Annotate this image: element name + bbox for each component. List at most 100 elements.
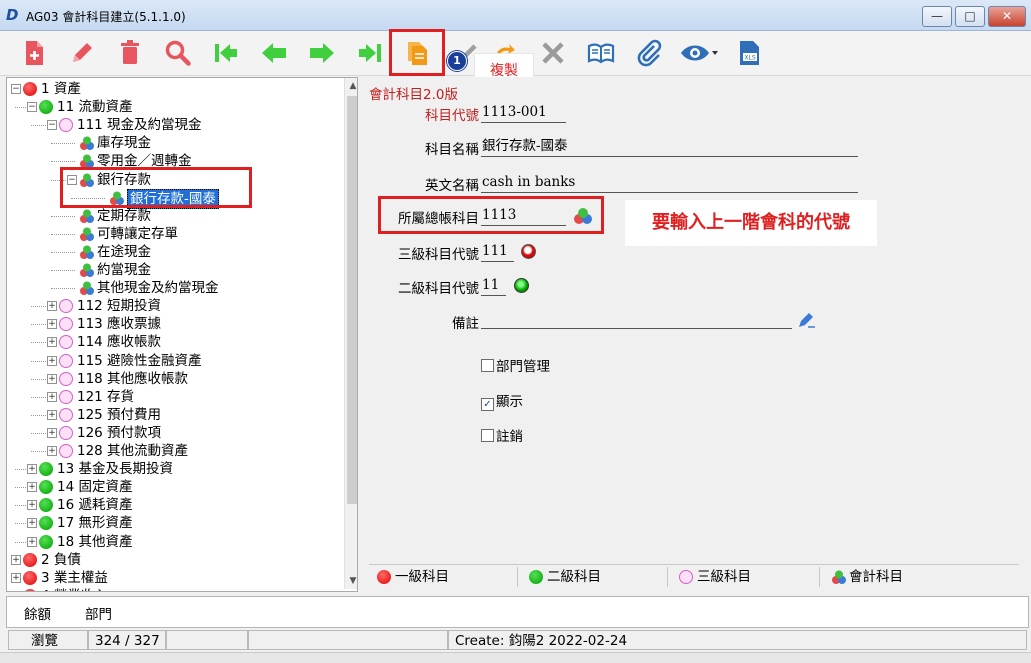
export-excel-button[interactable]: XLS [730,34,768,72]
close-button[interactable]: ✕ [988,6,1026,27]
void-checkbox[interactable]: 註銷 [481,425,523,445]
expand-icon[interactable]: + [27,482,37,493]
tree-node-label[interactable]: 115 避險性金融資產 [77,352,202,370]
delete-button[interactable] [111,34,149,72]
expand-icon[interactable]: + [27,536,37,547]
red-dot-icon [23,588,37,591]
minimize-button[interactable]: — [922,6,952,27]
edit-remark-icon[interactable] [797,311,817,329]
tree-node-label[interactable]: 113 應收票據 [77,315,161,333]
expand-icon[interactable]: + [47,355,57,366]
void-checkbox-label: 註銷 [496,429,523,445]
edit-button[interactable] [63,34,101,72]
legend-level1-label: 一級科目 [395,569,449,585]
expand-icon[interactable]: + [11,572,21,583]
green-dot-icon [39,516,53,531]
tree-node-label[interactable]: 定期存款 [97,207,151,225]
tree-node-label[interactable]: 其他現金及約當現金 [97,279,219,297]
expand-icon[interactable]: + [27,464,37,475]
remark-field[interactable] [481,309,792,329]
tree-node-label[interactable]: 1 資產 [41,80,81,98]
excel-icon: XLS [740,41,759,65]
show-checkbox-box[interactable]: ✓ [481,398,494,411]
expand-icon[interactable]: + [11,554,21,565]
book-button[interactable] [582,34,620,72]
level3-code-field[interactable]: 111 [481,242,514,262]
view-dropdown-button[interactable] [675,34,723,72]
show-checkbox[interactable]: ✓ 顯示 [481,390,523,411]
search-button[interactable] [159,34,197,72]
paperclip-icon [637,39,662,67]
dept-checkbox-box[interactable] [481,359,494,372]
lookup-account-icon[interactable] [572,207,594,225]
tree-node-label[interactable]: 庫存現金 [97,134,151,152]
account-name-field[interactable]: 銀行存款-國泰 [481,137,858,157]
expand-icon[interactable]: + [47,446,57,456]
level1-dot-icon [521,244,536,259]
tree-scrollbar[interactable]: ▲ ▼ [344,78,357,589]
red-dot-icon [23,570,37,585]
tree-node-label[interactable]: 126 預付款項 [77,424,161,442]
parent-account-field[interactable]: 1113 [481,206,566,226]
prev-record-button[interactable] [255,34,293,72]
tree-node-label[interactable]: 11 流動資產 [57,98,132,116]
tree-node-label[interactable]: 17 無形資產 [57,514,132,532]
last-record-button[interactable] [351,34,389,72]
tree-node-label[interactable]: 14 固定資產 [57,478,132,496]
scroll-down-arrow-icon[interactable]: ▼ [345,573,357,589]
expand-icon[interactable]: + [27,500,37,511]
expand-icon[interactable]: + [47,427,57,438]
tab-balance[interactable]: 餘額 [24,603,51,623]
dept-checkbox[interactable]: 部門管理 [481,355,550,375]
green-dot-icon [39,480,53,495]
first-record-button[interactable] [207,34,245,72]
account-cluster-icon [80,245,94,259]
tree-node-label[interactable]: 2 負債 [41,551,81,569]
account-code-field[interactable]: 1113-001 [481,103,566,123]
tree-connector [15,487,26,489]
tab-department[interactable]: 部門 [85,603,112,623]
collapse-icon[interactable]: − [47,120,57,131]
copy-button[interactable] [389,29,445,76]
expand-icon[interactable]: + [27,518,37,529]
step-badge: 1 [447,51,467,71]
scrollbar-thumb[interactable] [347,96,357,504]
level2-code-field[interactable]: 11 [481,276,506,296]
expand-icon[interactable]: + [47,409,57,420]
expand-icon[interactable]: + [11,590,21,591]
add-button[interactable] [15,34,53,72]
tree-node-label[interactable]: 121 存貨 [77,388,134,406]
eye-icon [681,45,718,61]
tree-node-label[interactable]: 可轉讓定存單 [97,225,178,243]
tree-node-label[interactable]: 16 遞耗資產 [57,496,132,514]
tree-node-label[interactable]: 118 其他應收帳款 [77,370,188,388]
scroll-up-arrow-icon[interactable]: ▲ [345,78,357,94]
expand-icon[interactable]: + [47,301,57,312]
attachment-button[interactable] [630,34,668,72]
expand-icon[interactable]: + [47,373,57,384]
level-legend: 一級科目 二級科目 三級科目 會計科目 [369,564,1019,587]
tree-node-label[interactable]: 約當現金 [97,261,151,279]
tree-node-label[interactable]: 128 其他流動資產 [77,442,188,460]
tree-node-label[interactable]: 4 營業收入 [41,587,108,591]
expand-icon[interactable]: + [47,319,57,330]
expand-icon[interactable]: + [47,337,57,348]
tree-node-label[interactable]: 13 基金及長期投資 [57,460,173,478]
void-checkbox-box[interactable] [481,429,494,442]
tree-node-label[interactable]: 114 應收帳款 [77,333,161,351]
next-record-button[interactable] [303,34,341,72]
collapse-icon[interactable]: − [27,102,37,113]
tree-node-label[interactable]: 3 業主權益 [41,569,108,587]
tree-node-label[interactable]: 125 預付費用 [77,406,161,424]
maximize-button[interactable]: □ [955,6,985,27]
tree-node-label[interactable]: 111 現金及約當現金 [77,116,202,134]
tree-node-label[interactable]: 112 短期投資 [77,297,161,315]
english-name-field[interactable]: cash in banks [481,173,858,193]
status-record: 324 / 327 [88,630,166,650]
account-form: 會計科目2.0版 科目代號 1113-001 科目名稱 銀行存款-國泰 英文名稱… [361,77,1027,590]
tree-node-label[interactable]: 在途現金 [97,243,151,261]
tree-node-label[interactable]: 18 其他資產 [57,533,132,551]
cancel-button[interactable] [534,34,572,72]
expand-icon[interactable]: + [47,391,57,402]
collapse-icon[interactable]: − [11,84,21,94]
